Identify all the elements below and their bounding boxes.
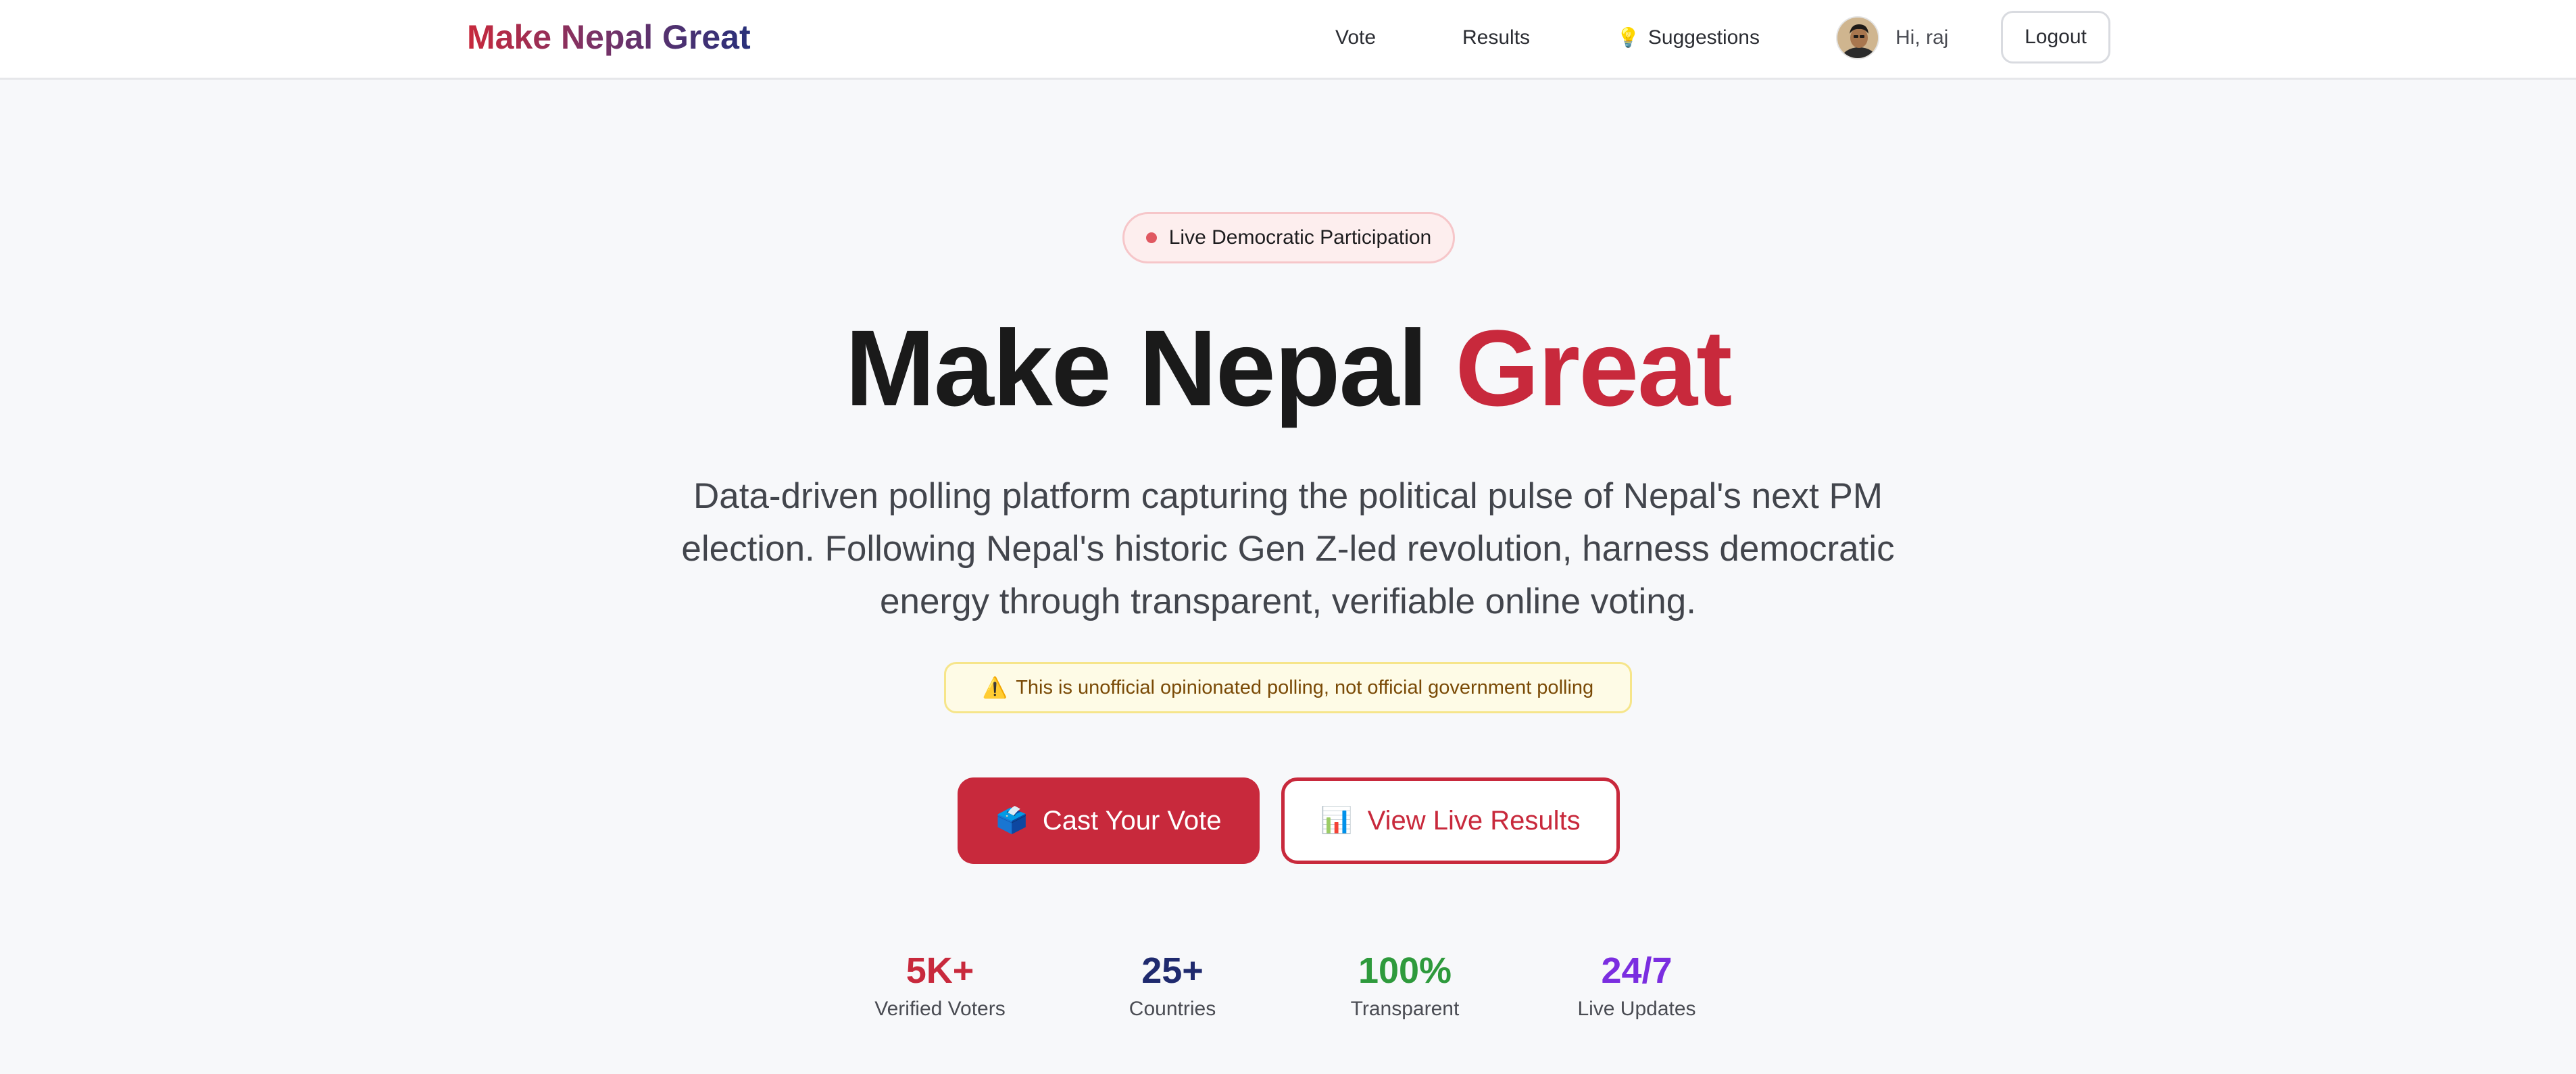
disclaimer-text: This is unofficial opinionated polling, … <box>1016 676 1594 698</box>
nav-suggestions-link[interactable]: 💡 Suggestions <box>1616 24 1760 51</box>
stat-countries: 25+ Countries <box>1071 946 1274 1023</box>
stat-value: 25+ <box>1141 950 1204 991</box>
stat-transparent: 100% Transparent <box>1304 946 1506 1023</box>
avatar-image <box>1837 18 1878 58</box>
stat-verified-voters: 5K+ Verified Voters <box>839 946 1041 1023</box>
hero-title-accent: Great <box>1455 307 1732 428</box>
live-dot-icon <box>1145 232 1157 243</box>
hero-title-main: Make Nepal <box>845 307 1456 428</box>
stat-live-updates: 24/7 Live Updates <box>1535 946 1738 1023</box>
cast-vote-button[interactable]: 🗳️ Cast Your Vote <box>958 777 1260 864</box>
unofficial-disclaimer: ⚠️ This is unofficial opinionated pollin… <box>944 662 1632 713</box>
view-results-label: View Live Results <box>1367 805 1581 836</box>
bar-chart-icon: 📊 <box>1320 807 1353 835</box>
stat-value: 5K+ <box>906 950 974 991</box>
hero-description: Data-driven polling platform capturing t… <box>681 476 1895 621</box>
logout-button[interactable]: Logout <box>2001 11 2110 63</box>
stat-label: Transparent <box>1350 998 1460 1020</box>
stat-label: Live Updates <box>1577 998 1696 1020</box>
brand-logo[interactable]: Make Nepal Great <box>467 15 751 59</box>
cast-vote-label: Cast Your Vote <box>1042 805 1222 836</box>
user-greeting: Hi, raj <box>1896 26 1949 49</box>
lightbulb-icon: 💡 <box>1616 27 1640 48</box>
stat-value: 100% <box>1358 950 1452 991</box>
nav-results-link[interactable]: Results <box>1462 24 1530 51</box>
ballot-box-icon: 🗳️ <box>995 807 1028 835</box>
nav-vote-link[interactable]: Vote <box>1335 24 1376 51</box>
live-participation-badge: Live Democratic Participation <box>1122 212 1455 263</box>
user-avatar[interactable] <box>1836 16 1879 59</box>
stat-label: Countries <box>1129 998 1216 1020</box>
hero-title: Make Nepal Great <box>0 304 2576 432</box>
nav-suggestions-label: Suggestions <box>1648 26 1760 49</box>
view-results-button[interactable]: 📊 View Live Results <box>1281 777 1620 864</box>
badge-label: Live Democratic Participation <box>1168 226 1432 249</box>
stat-value: 24/7 <box>1601 950 1673 991</box>
stat-label: Verified Voters <box>874 998 1006 1020</box>
warning-icon: ⚠️ <box>982 676 1008 699</box>
top-navbar: Make Nepal Great Vote Results 💡 Suggesti… <box>0 0 2576 80</box>
